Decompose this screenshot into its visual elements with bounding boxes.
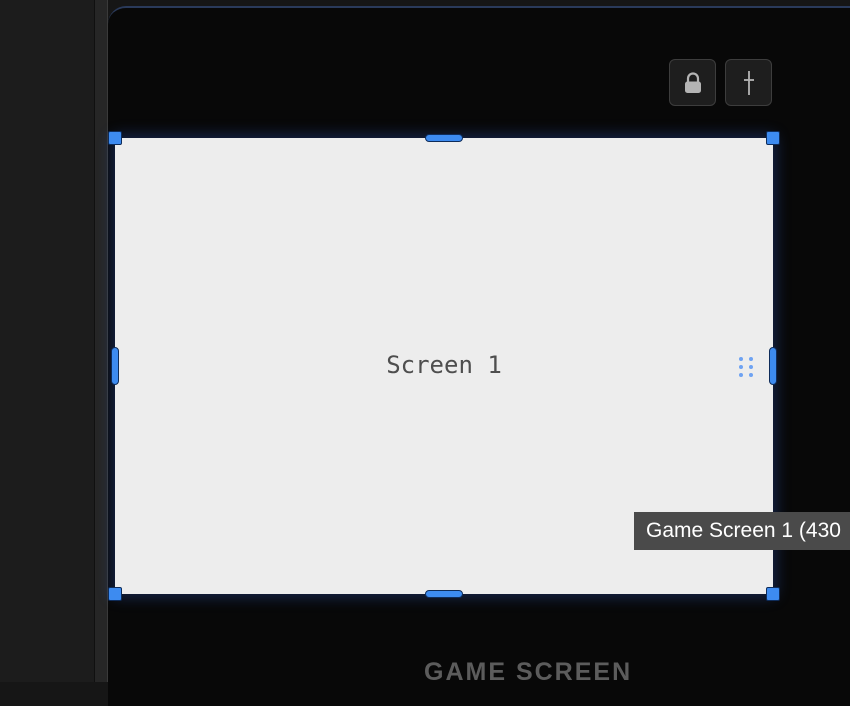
pin-button[interactable] [725,59,772,106]
lock-button[interactable] [669,59,716,106]
resize-handle-top[interactable] [425,134,463,142]
screen-label-row: Screen 1 [115,350,773,380]
screen-tooltip: Game Screen 1 (430 [634,512,850,550]
drag-handle-icon[interactable] [737,356,755,378]
panel-divider[interactable] [94,0,108,682]
resize-handle-bottom[interactable] [425,590,463,598]
pin-icon [743,70,754,95]
resize-handle-right[interactable] [769,347,777,385]
resize-handle-top-right[interactable] [766,131,780,145]
screen-label: Screen 1 [386,351,502,379]
resize-handle-top-left[interactable] [108,131,122,145]
lock-icon [684,71,701,93]
section-label: GAME SCREEN [424,658,633,686]
resize-handle-left[interactable] [111,347,119,385]
left-panel [0,0,94,682]
resize-handle-bottom-left[interactable] [108,587,122,601]
resize-handle-bottom-right[interactable] [766,587,780,601]
